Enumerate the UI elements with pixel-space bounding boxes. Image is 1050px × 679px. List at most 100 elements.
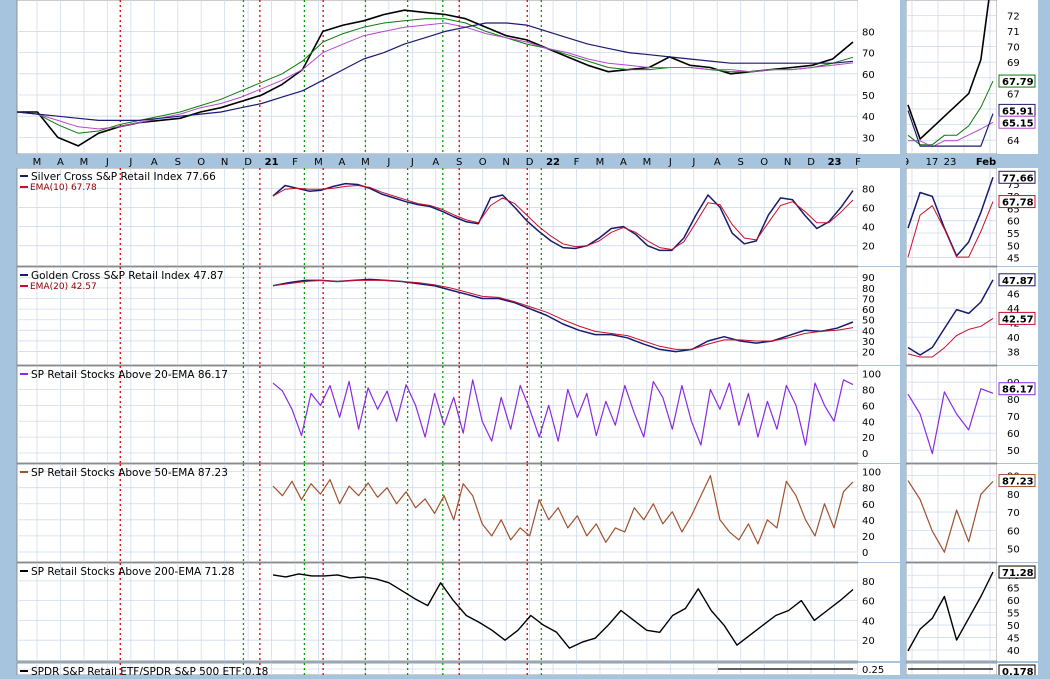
time-axis-label: M (314, 157, 323, 168)
panel-ema200: 806040207065605550454071.28SP Retail Sto… (16, 562, 1038, 662)
inset-axis-label: 17 (926, 157, 939, 168)
time-axis-label: M (33, 157, 42, 168)
panel-subtitle: EMA(20) 42.57 (30, 282, 97, 292)
inset-tick-label: 60 (1007, 526, 1020, 537)
value-badge-text: 47.87 (1002, 276, 1034, 287)
time-axis-label: F (292, 157, 298, 168)
inset-tick-label: 50 (1007, 446, 1020, 457)
y-tick-label: 60 (862, 500, 875, 511)
time-axis-label: A (57, 157, 64, 168)
time-axis-label: S (738, 157, 744, 168)
inset-tick-label: 80 (1007, 490, 1020, 501)
value-badge-text: 86.17 (1002, 385, 1034, 396)
value-badge-text: 67.78 (1002, 198, 1034, 209)
panel-plot-area (16, 0, 859, 155)
inset-axis-label: 23 (944, 157, 957, 168)
value-badge-text: 42.57 (1002, 314, 1034, 325)
time-axis-label: M (80, 157, 89, 168)
time-axis-label: J (668, 157, 672, 168)
y-tick-label: 20 (862, 242, 875, 253)
time-axis-label: M (361, 157, 370, 168)
time-axis-label: N (221, 157, 228, 168)
time-axis-label: J (128, 157, 132, 168)
inset-plot-area (905, 266, 998, 366)
y-tick-label: 40 (862, 223, 875, 234)
inset-tick-label: 45 (1007, 634, 1020, 645)
y-tick-label: 60 (862, 401, 875, 412)
panel-ratio: 0.25 0.178 SPDR S&P Retail ETF/SPDR S&P 50… (16, 662, 1038, 678)
chart-stage: 80706050403072717069686766656467.7965.91… (0, 0, 1050, 678)
y-tick-label: 40 (862, 516, 875, 527)
inset-axis-label: Feb (976, 157, 996, 168)
time-axis-label: J (105, 157, 109, 168)
value-badge-text: 65.15 (1002, 118, 1034, 129)
panel-golden: 9080706050403020464442403847.8742.57Gold… (16, 266, 1038, 366)
inset-tick-label: 45 (1007, 254, 1020, 265)
panel-silver: 806040207570656055504577.6667.78Silver C… (16, 167, 1038, 267)
time-axis-label: D (244, 157, 252, 168)
inset-tick-label: 67 (1007, 89, 1020, 100)
time-axis-label: N (502, 157, 509, 168)
time-axis-label: O (760, 157, 768, 168)
y-tick-label: 40 (862, 112, 875, 123)
y-tick-label: 80 (862, 484, 875, 495)
y-tick-label: 50 (862, 91, 875, 102)
inset-tick-label: 64 (1007, 136, 1020, 147)
y-tick-label: 100 (862, 468, 881, 479)
time-axis-label: F (855, 157, 861, 168)
inset-tick-label: 60 (1007, 217, 1020, 228)
panel-title: SP Retail Stocks Above 200-EMA 71.28 (31, 566, 235, 578)
inset-tick-label: 40 (1007, 646, 1020, 657)
y-tick-label: 0 (862, 548, 868, 559)
y-tick-label: 0.25 (862, 665, 884, 675)
time-axis-label: 22 (546, 157, 560, 168)
inset-tick-label: 65 (1007, 584, 1020, 595)
panel-ema50: 100806040200908070605087.23SP Retail Sto… (16, 463, 1038, 563)
inset-tick-label: 40 (1007, 333, 1020, 344)
time-axis-label: A (151, 157, 158, 168)
inset-tick-label: 55 (1007, 229, 1020, 240)
panel-subtitle: EMA(10) 67.78 (30, 183, 97, 193)
inset-tick-label: 70 (1007, 508, 1020, 519)
panel-title: Silver Cross S&P Retail Index 77.66 (31, 171, 216, 183)
inset-tick-label: 60 (1007, 596, 1020, 607)
y-tick-label: 20 (862, 348, 875, 359)
inset-tick-label: 46 (1007, 289, 1020, 300)
y-tick-label: 100 (862, 370, 881, 381)
inset-tick-label: 60 (1007, 429, 1020, 440)
panel-title: SP Retail Stocks Above 20-EMA 86.17 (31, 369, 228, 381)
inset-tick-label: 70 (1007, 43, 1020, 54)
inset-plot-area (905, 0, 998, 155)
time-axis-label: D (526, 157, 534, 168)
inset-tick-label: 50 (1007, 241, 1020, 252)
y-tick-label: 60 (862, 597, 875, 608)
y-tick-label: 70 (862, 294, 875, 305)
time-axis-label: J (691, 157, 695, 168)
y-tick-label: 80 (862, 27, 875, 38)
time-axis-label: A (432, 157, 439, 168)
inset-tick-label: 55 (1007, 609, 1020, 620)
y-tick-label: 60 (862, 203, 875, 214)
time-axis-label: A (714, 157, 721, 168)
time-axis-label: M (643, 157, 652, 168)
panel-title: Golden Cross S&P Retail Index 47.87 (31, 270, 224, 282)
panel-title: SPDR S&P Retail ETF/SPDR S&P 500 ETF 0.1… (31, 666, 268, 675)
value-badge-text: 67.79 (1002, 77, 1034, 88)
inset-plot-area (905, 463, 998, 563)
time-axis-label: S (175, 157, 181, 168)
value-badge-text: 87.23 (1002, 477, 1034, 488)
time-axis-label: J (386, 157, 390, 168)
value-badge-text: 77.66 (1002, 173, 1034, 184)
y-tick-label: 20 (862, 636, 875, 647)
time-axis-label: S (456, 157, 462, 168)
inset-tick-label: 50 (1007, 621, 1020, 632)
y-tick-label: 80 (862, 284, 875, 295)
y-tick-label: 30 (862, 133, 875, 144)
time-axis-label: N (784, 157, 791, 168)
y-tick-label: 80 (862, 385, 875, 396)
inset-plot-area (905, 562, 998, 662)
panel-ema20: 100806040200908070605086.17SP Retail Sto… (16, 365, 1038, 464)
inset-tick-label: 72 (1007, 11, 1020, 22)
inset-tick-label: 50 (1007, 545, 1020, 556)
time-axis-label: F (574, 157, 580, 168)
